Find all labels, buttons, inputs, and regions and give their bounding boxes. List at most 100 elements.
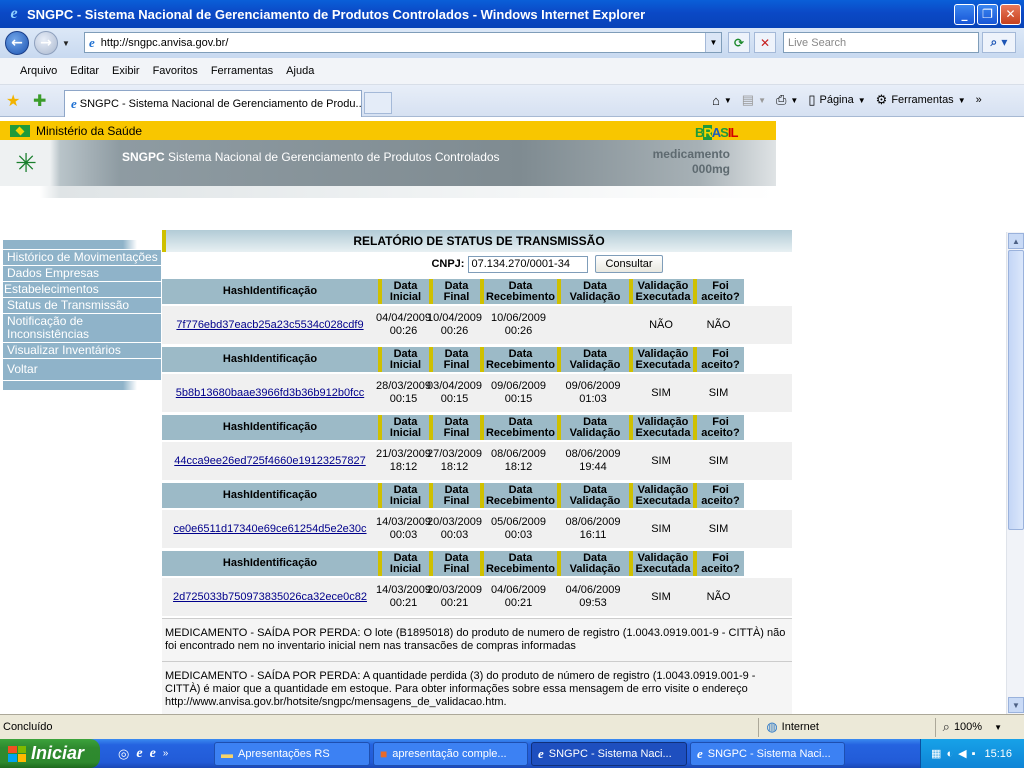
window-title-bar[interactable]: e SNGPC - Sistema Nacional de Gerenciame… xyxy=(0,0,1024,28)
cell-data-recebimento: 05/06/2009 00:03 xyxy=(480,510,557,548)
zoom-dropdown-icon[interactable]: ▼ xyxy=(994,723,1002,732)
column-header-data-final: Data Final xyxy=(429,551,480,576)
tab-sngpc[interactable]: e SNGPC - Sistema Nacional de Gerenciame… xyxy=(64,90,362,117)
new-tab-button[interactable] xyxy=(364,92,392,114)
ie-alt-icon[interactable]: e xyxy=(150,746,156,762)
sidebar-item-notificacao[interactable]: Notificação de Inconsistências xyxy=(3,313,161,342)
column-header-data-final: Data Final xyxy=(429,279,480,304)
start-button[interactable]: Iniciar xyxy=(0,739,100,768)
cell-date: 10/06/2009 xyxy=(490,312,547,324)
cell-data-final: 10/04/2009 00:26 xyxy=(427,306,482,344)
menu-arquivo[interactable]: Arquivo xyxy=(20,65,57,77)
search-button[interactable]: ⌕ ▾ xyxy=(982,32,1016,53)
sidebar-item-dados-empresas[interactable]: Dados Empresas xyxy=(3,265,161,281)
taskbar-item-folder[interactable]: ▬ Apresentações RS xyxy=(214,741,370,766)
sidebar-item-estabelecimentos[interactable]: Estabelecimentos xyxy=(3,281,161,297)
add-favorites-icon[interactable]: ✚ xyxy=(33,91,46,111)
print-icon[interactable]: ⎙ xyxy=(776,92,786,108)
cell-validacao-executada: SIM xyxy=(629,510,693,548)
more-chevron-icon[interactable]: » xyxy=(163,748,169,759)
chevron-right-icon[interactable]: » xyxy=(976,94,982,106)
scroll-up-arrow-icon[interactable]: ▲ xyxy=(1008,233,1024,249)
stop-button[interactable]: ✕ xyxy=(754,32,776,53)
column-header-data-recebimento: Data Recebimento xyxy=(480,347,557,372)
history-dropdown-icon[interactable]: ▼ xyxy=(62,39,70,48)
address-field[interactable]: e http://sngpc.anvisa.gov.br/ ▼ xyxy=(84,32,722,53)
restore-button[interactable]: ❐ xyxy=(977,3,998,25)
window-title: SNGPC - Sistema Nacional de Gerenciament… xyxy=(27,6,646,22)
cell-date: 08/06/2009 xyxy=(565,516,621,528)
taskbar-item-powerpoint[interactable]: ■ apresentação comple... xyxy=(373,741,528,766)
cell-data-validacao: 04/06/2009 09:53 xyxy=(557,578,629,616)
sidebar-bottom-tab xyxy=(3,381,161,390)
zoom-icon[interactable]: ⌕ xyxy=(943,719,950,735)
url-text: http://sngpc.anvisa.gov.br/ xyxy=(100,36,229,49)
refresh-button[interactable]: ⟳ xyxy=(728,32,750,53)
consultar-button[interactable]: Consultar xyxy=(595,255,663,273)
home-icon[interactable]: ⌂ xyxy=(712,93,720,108)
cell-value: SIM xyxy=(708,386,729,399)
report-rows: HashIdentificação Data Inicial Data Final D… xyxy=(162,279,792,616)
cell-time: 00:21 xyxy=(504,597,533,609)
print-dropdown-icon[interactable]: ▼ xyxy=(790,96,798,105)
outlook-icon[interactable]: ◎ xyxy=(118,746,129,762)
tools-menu[interactable]: Ferramentas xyxy=(891,94,953,106)
cell-date-time: 20/03/2009 00:03 xyxy=(427,516,482,542)
forward-button[interactable]: → xyxy=(34,31,58,55)
ie-quicklaunch-icon[interactable]: e xyxy=(136,746,142,762)
network-icon[interactable]: ◐ xyxy=(946,748,953,760)
safely-remove-icon[interactable]: ▪ xyxy=(972,748,976,760)
hash-link[interactable]: 44cca9ee26ed725f4660e19123257827 xyxy=(174,455,365,468)
table-row: 7f776ebd37eacb25a23c5534c028cdf9 04/04/20… xyxy=(162,306,792,344)
system-tray: ▦ ◐ ◀ ▪ 15:16 xyxy=(920,739,1024,768)
scroll-thumb[interactable] xyxy=(1008,250,1024,530)
sidebar-item-status-transmissao[interactable]: Status de Transmissão xyxy=(3,297,161,313)
keyboard-icon[interactable]: ▦ xyxy=(931,747,941,760)
tools-dropdown-icon[interactable]: ▼ xyxy=(958,96,966,105)
column-header-hash: HashIdentificação xyxy=(162,551,378,576)
taskbar-item-ie-1[interactable]: e SNGPC - Sistema Naci... xyxy=(531,741,687,766)
close-button[interactable]: ✕ xyxy=(1000,3,1021,25)
cell-data-inicial: 21/03/2009 18:12 xyxy=(376,442,431,480)
menu-ajuda[interactable]: Ajuda xyxy=(286,65,314,77)
hash-link[interactable]: ce0e6511d17340e69ce61254d5e2e30c xyxy=(173,523,366,536)
ie-tab-icon: e xyxy=(71,96,77,111)
menu-ferramentas[interactable]: Ferramentas xyxy=(211,65,273,77)
cell-date: 09/06/2009 xyxy=(490,380,547,392)
cell-time: 01:03 xyxy=(579,393,607,405)
zoom-level[interactable]: 100% xyxy=(954,721,982,733)
search-input[interactable]: Live Search xyxy=(783,32,979,53)
hash-link[interactable]: 7f776ebd37eacb25a23c5534c028cdf9 xyxy=(176,319,363,332)
volume-icon[interactable]: ◀ xyxy=(958,747,966,760)
hash-link[interactable]: 5b8b13680baae3966fd3b36b912b0fcc xyxy=(176,387,364,400)
page-menu[interactable]: Página xyxy=(819,94,853,106)
cell-date-time: 21/03/2009 18:12 xyxy=(376,448,431,474)
cell-value: SIM xyxy=(651,522,671,535)
feeds-dropdown-icon[interactable]: ▼ xyxy=(758,96,766,105)
feeds-icon[interactable]: ▤ xyxy=(742,92,754,108)
folder-icon: ▬ xyxy=(221,746,233,761)
sidebar-menu: Histórico de Movimentações Dados Empresa… xyxy=(3,240,161,390)
minimize-button[interactable]: _ xyxy=(954,3,975,25)
hash-link[interactable]: 2d725033b750973835026ca32ece0c82 xyxy=(173,591,367,604)
favorites-star-icon[interactable]: ★ xyxy=(6,91,20,111)
menu-favoritos[interactable]: Favoritos xyxy=(153,65,198,77)
menu-editar[interactable]: Editar xyxy=(70,65,99,77)
menu-exibir[interactable]: Exibir xyxy=(112,65,140,77)
sidebar-item-inventarios[interactable]: Visualizar Inventários xyxy=(3,342,161,358)
home-dropdown-icon[interactable]: ▼ xyxy=(724,96,732,105)
cell-foi-aceito: SIM xyxy=(693,510,744,548)
scroll-down-arrow-icon[interactable]: ▼ xyxy=(1008,697,1024,713)
status-bar: Concluído ◍ Internet ⌕ 100% ▼ xyxy=(0,714,1024,739)
taskbar-item-ie-2[interactable]: e SNGPC - Sistema Naci... xyxy=(690,741,845,766)
cell-date: 04/06/2009 xyxy=(565,584,621,596)
cnpj-input[interactable]: 07.134.270/0001-34 xyxy=(468,255,589,273)
sidebar-item-historico[interactable]: Histórico de Movimentações xyxy=(3,249,161,265)
sidebar-item-voltar[interactable]: Voltar xyxy=(3,358,161,380)
page-dropdown-icon[interactable]: ▼ xyxy=(858,96,866,105)
address-dropdown-icon[interactable]: ▼ xyxy=(705,33,721,52)
back-button[interactable]: ← xyxy=(5,31,29,55)
vertical-scrollbar[interactable]: ▲ ▼ xyxy=(1006,232,1024,714)
cell-value: NÃO xyxy=(649,318,673,331)
banner-stripe xyxy=(0,186,776,198)
